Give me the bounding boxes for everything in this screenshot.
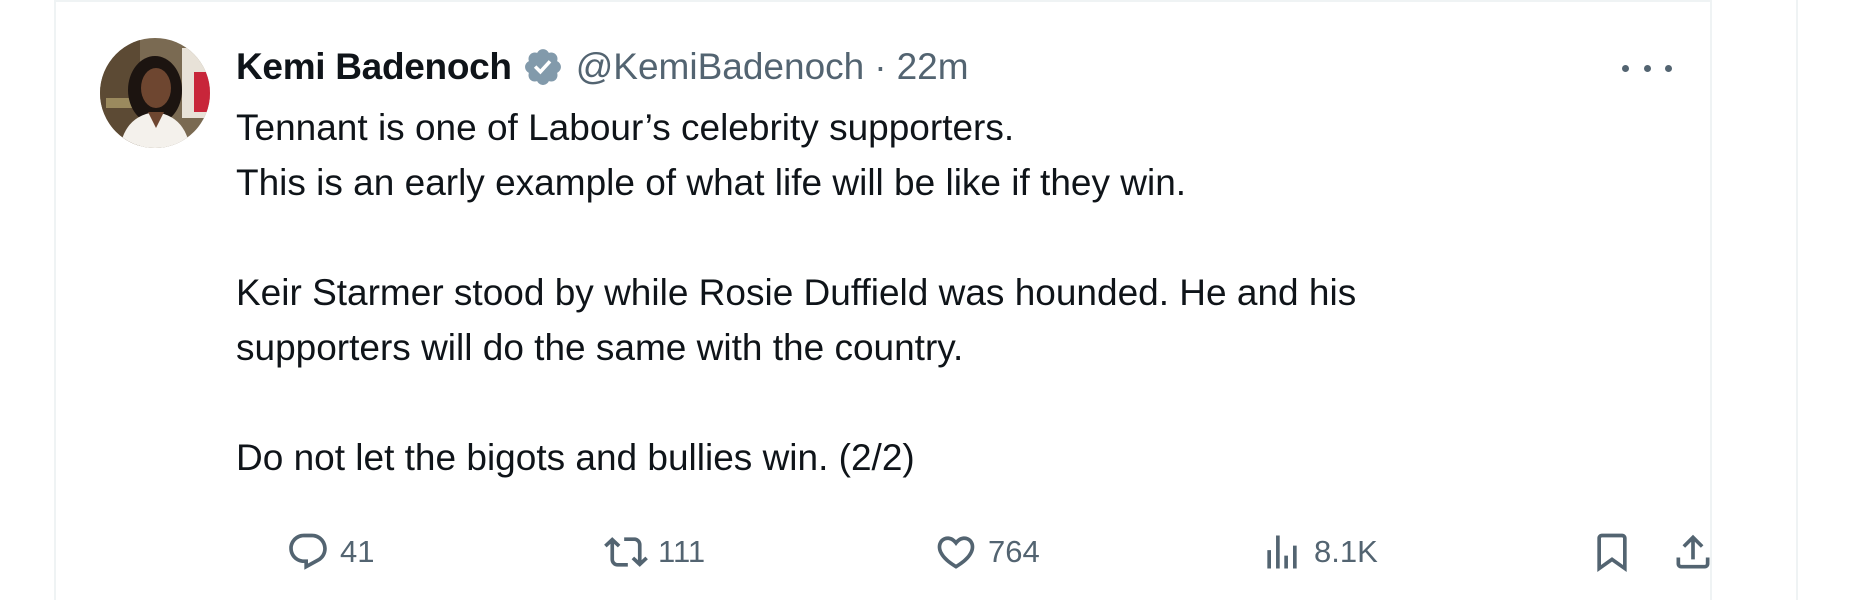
tweet-card[interactable]: Kemi Badenoch @KemiBadenoch · 22m Tennan… [54, 0, 1712, 600]
share-button[interactable] [1671, 526, 1715, 578]
repost-count: 111 [658, 534, 706, 569]
repost-button[interactable]: 111 [604, 526, 705, 578]
bookmark-icon [1597, 533, 1627, 573]
more-icon[interactable] [1622, 48, 1672, 88]
tweet-text: Tennant is one of Labour’s celebrity sup… [236, 100, 1636, 485]
tweet-line: This is an early example of what life wi… [236, 162, 1187, 203]
tweet-timestamp[interactable]: 22m [897, 46, 969, 88]
views-button[interactable]: 8.1K [1260, 526, 1378, 578]
repost-icon [604, 537, 648, 567]
tweet-line: Do not let the bigots and bullies win. (… [236, 437, 915, 478]
header-separator: · [874, 46, 887, 87]
view-count: 8.1K [1314, 534, 1378, 569]
tweet-line: Tennant is one of Labour’s celebrity sup… [236, 107, 1015, 148]
reply-button[interactable]: 41 [286, 526, 374, 578]
views-icon [1267, 535, 1297, 569]
share-icon [1676, 534, 1710, 569]
page: Kemi Badenoch @KemiBadenoch · 22m Tennan… [0, 0, 1851, 600]
tweet-actions: 41 111 764 8.1K [236, 526, 1710, 578]
user-handle[interactable]: @KemiBadenoch [576, 46, 865, 88]
more-dot [1665, 64, 1672, 72]
avatar[interactable] [100, 38, 210, 148]
heart-icon [937, 536, 975, 569]
avatar-image [100, 38, 210, 148]
bookmark-button[interactable] [1590, 526, 1634, 578]
like-count: 764 [988, 534, 1040, 569]
tweet-header: Kemi Badenoch @KemiBadenoch · 22m [236, 42, 969, 92]
display-name[interactable]: Kemi Badenoch [236, 46, 512, 88]
reply-icon [289, 533, 327, 570]
like-button[interactable]: 764 [934, 526, 1040, 578]
tweet-line: Keir Starmer stood by while Rosie Duffie… [236, 272, 1357, 313]
verified-badge-icon[interactable] [522, 46, 564, 88]
right-sidebar-edge [1796, 0, 1851, 600]
reply-count: 41 [340, 534, 375, 569]
more-dot [1622, 64, 1629, 72]
more-dot [1643, 64, 1651, 72]
tweet-line: supporters will do the same with the cou… [236, 327, 964, 368]
